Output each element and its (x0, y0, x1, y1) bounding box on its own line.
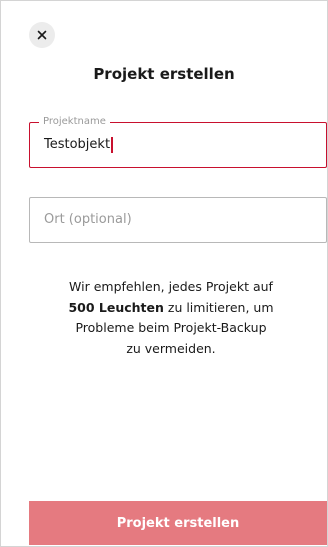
info-line-1: Wir empfehlen, jedes Projekt auf (69, 279, 273, 294)
info-highlight: 500 Leuchten (68, 299, 164, 315)
project-name-field[interactable]: Projektname Testobjekt (29, 115, 327, 168)
location-placeholder: Ort (optional) (44, 212, 132, 227)
project-name-value: Testobjekt (44, 137, 114, 153)
location-field[interactable]: Ort (optional) (29, 197, 327, 243)
project-name-label: Projektname (39, 115, 110, 129)
project-name-text: Testobjekt (44, 137, 111, 152)
create-project-dialog: Projekt erstellen Projektname Testobjekt… (0, 0, 328, 547)
info-line-3: Probleme beim Projekt-Backup (75, 320, 267, 335)
info-line-2-rest: zu limitieren, um (163, 299, 274, 315)
info-line-2: 500 Leuchten zu limitieren, um (45, 298, 297, 319)
info-line-4: zu vermeiden. (126, 340, 216, 356)
recommendation-text: Wir empfehlen, jedes Projekt auf 500 Leu… (45, 277, 297, 359)
create-project-button[interactable]: Projekt erstellen (29, 501, 327, 545)
close-button[interactable] (29, 22, 55, 48)
page-title: Projekt erstellen (93, 65, 235, 83)
close-icon (37, 30, 47, 40)
text-caret (111, 137, 114, 153)
